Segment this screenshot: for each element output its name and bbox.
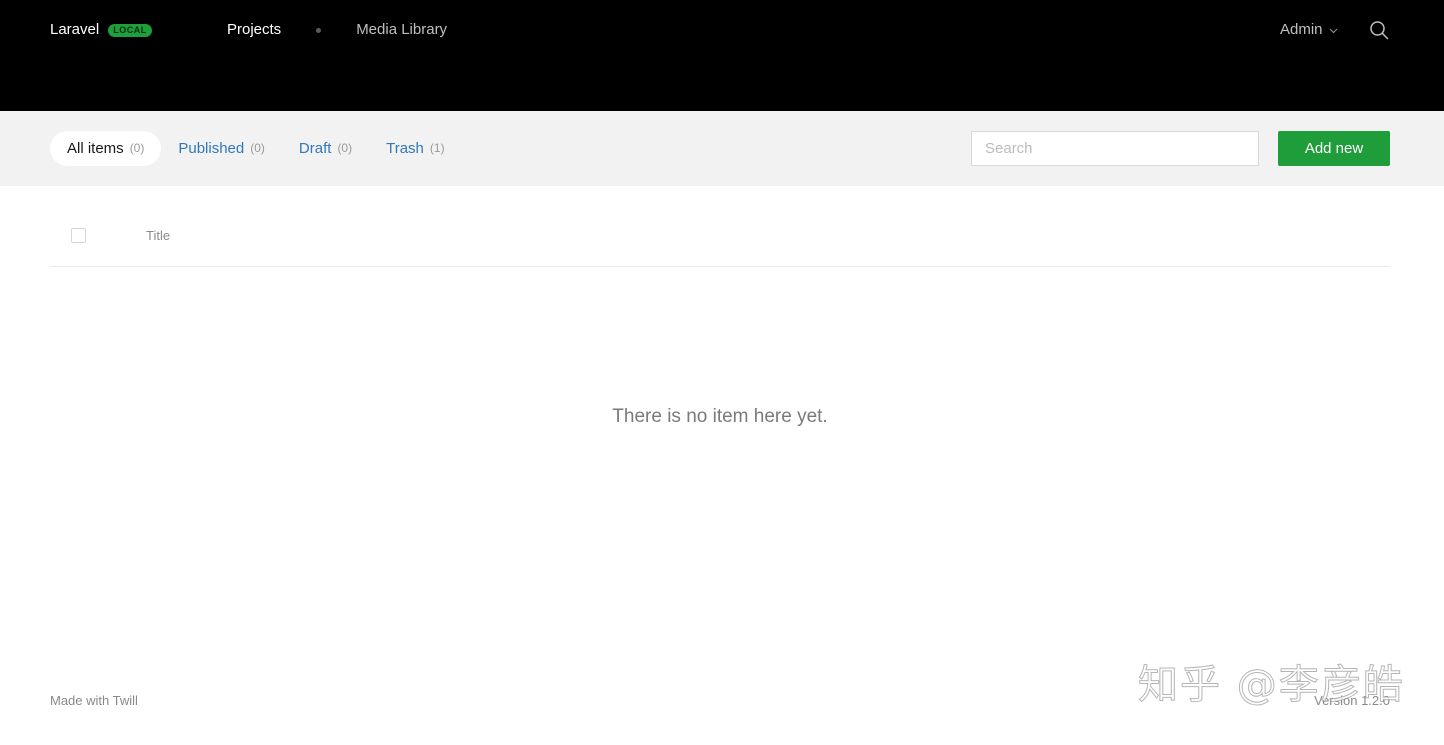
tab-label: Published [178,140,245,157]
select-all-checkbox[interactable] [71,228,86,243]
main-nav: Projects Media Library [227,20,447,40]
tab-draft[interactable]: Draft (0) [282,131,369,166]
tab-count: (1) [429,141,445,155]
tab-count: (0) [129,141,145,155]
tab-all-items[interactable]: All items (0) [50,131,162,166]
top-navigation-bar: Laravel LOCAL Projects Media Library Adm… [0,0,1444,111]
user-menu[interactable]: Admin [1280,20,1338,40]
user-menu-label[interactable]: Admin [1280,20,1323,40]
tab-label: Draft [298,140,332,157]
add-new-button[interactable]: Add new [1278,131,1390,166]
tab-published[interactable]: Published (0) [161,131,282,166]
tab-label: Trash [386,140,424,157]
table-header-row: Title [50,205,1390,267]
watermark: 知乎 @李彦皓 [1138,662,1405,709]
tab-count: (0) [337,141,353,155]
brand[interactable]: Laravel LOCAL [50,20,152,40]
tab-count: (0) [250,141,265,155]
listing-filter-bar: All items (0) Published (0) Draft (0) Tr… [0,111,1444,186]
footer-credit: Made with Twill [50,693,138,708]
search-input[interactable] [971,131,1259,166]
tab-trash[interactable]: Trash (1) [369,131,461,166]
nav-item-media-library[interactable]: Media Library [356,20,447,40]
status-filter-tabs: All items (0) Published (0) Draft (0) Tr… [50,131,462,166]
brand-name[interactable]: Laravel [50,20,99,40]
chevron-down-icon[interactable] [1329,26,1338,35]
search-icon[interactable] [1369,20,1389,40]
nav-item-projects[interactable]: Projects [227,20,281,40]
tab-label: All items [67,140,124,157]
environment-badge: LOCAL [108,23,152,37]
column-header-title[interactable]: Title [146,228,170,244]
nav-separator-dot [316,27,322,33]
empty-state-message: There is no item here yet. [612,406,828,427]
